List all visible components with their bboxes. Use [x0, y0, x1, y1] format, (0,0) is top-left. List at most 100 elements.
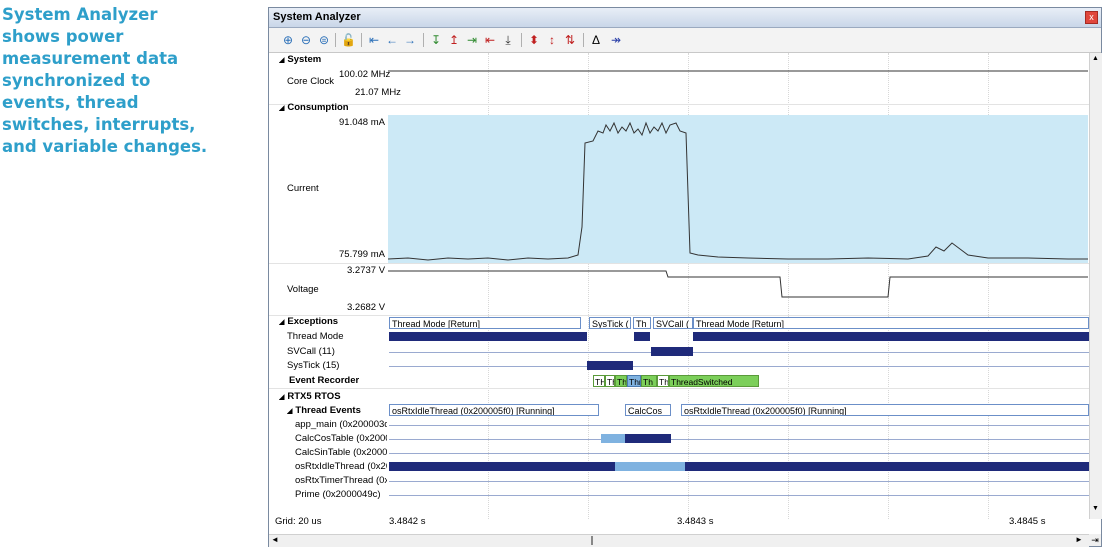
marker-1-icon[interactable]: ↧: [429, 33, 443, 47]
current-plot: [387, 115, 1088, 263]
row-label-event-recorder: Event Recorder: [289, 375, 360, 386]
caption-line: shows power: [2, 27, 124, 46]
calccos-bar-running: [625, 434, 671, 443]
row-label-current: Current: [287, 183, 319, 194]
caption: System Analyzer shows power measurement …: [2, 4, 232, 158]
window-title: System Analyzer: [273, 11, 361, 23]
close-button[interactable]: x: [1085, 11, 1098, 24]
timeline-panel: ◢ System Core Clock 100.02 MHz 21.07 MHz …: [269, 53, 1089, 519]
marker-7-icon[interactable]: ↕: [545, 33, 559, 47]
exception-segment[interactable]: Thread Mode [Return]: [389, 317, 581, 329]
event-marker[interactable]: Th: [641, 375, 657, 387]
exception-segment[interactable]: SysTick (: [589, 317, 631, 329]
row-label-calcsin: CalcSinTable (0x20000: [295, 447, 387, 458]
group-exceptions[interactable]: ◢ Exceptions: [279, 316, 338, 327]
toolbar-separator: [335, 33, 336, 47]
zoom-fit-icon[interactable]: ⊜: [317, 33, 331, 47]
voltage-plot: [388, 265, 1088, 315]
voltage-max: 3.2737 V: [347, 265, 386, 276]
caption-line: and variable changes.: [2, 137, 208, 156]
exception-segment[interactable]: SVCall (: [653, 317, 693, 329]
thread-mode-bar: [389, 332, 587, 341]
divider: [269, 104, 1089, 105]
toolbar-separator: [361, 33, 362, 47]
row-label-svcall: SVCall (11): [287, 346, 335, 357]
thread-segment[interactable]: osRtxIdleThread (0x200005f0) [Running]: [389, 404, 599, 416]
time-tick: 3.4845 s: [1009, 516, 1046, 527]
timer-baseline: [389, 481, 1089, 482]
current-max: 91.048 mA: [339, 117, 385, 128]
caption-line: System Analyzer: [2, 5, 158, 24]
jump-end-icon[interactable]: ↠: [609, 33, 623, 47]
svcall-baseline: [389, 352, 1089, 353]
group-consumption[interactable]: ◢ Consumption: [279, 102, 349, 113]
go-forward-icon[interactable]: →: [403, 33, 417, 47]
caption-line: switches, interrupts,: [2, 115, 196, 134]
marker-5-icon[interactable]: ⤓: [501, 33, 515, 47]
group-label: Consumption: [287, 102, 349, 113]
scroll-end-icon[interactable]: ⇥: [1089, 534, 1101, 546]
idle-bar-running: [389, 462, 615, 471]
scroll-up-icon[interactable]: ▲: [1092, 55, 1099, 62]
thread-segment[interactable]: CalcCos: [625, 404, 671, 416]
delta-icon[interactable]: Δ: [589, 33, 603, 47]
horizontal-scrollbar[interactable]: ◄ ►: [269, 534, 1089, 547]
row-label-prime: Prime (0x2000049c): [295, 489, 381, 500]
event-marker[interactable]: Th: [605, 375, 615, 387]
scroll-left-icon[interactable]: ◄: [271, 535, 279, 544]
group-rtos[interactable]: ◢ RTX5 RTOS: [279, 391, 341, 402]
lock-icon[interactable]: 🔓: [341, 33, 356, 47]
row-label-systick: SysTick (15): [287, 360, 340, 371]
marker-8-icon[interactable]: ⇅: [563, 33, 577, 47]
systick-baseline: [389, 366, 1089, 367]
title-bar[interactable]: System Analyzer x: [269, 8, 1101, 28]
go-back-icon[interactable]: ←: [385, 33, 399, 47]
row-label-timer: osRtxTimerThread (0x2: [295, 475, 387, 486]
zoom-in-icon[interactable]: ⊕: [281, 33, 295, 47]
event-marker[interactable]: Thr: [627, 375, 641, 387]
exception-segment[interactable]: Thread Mode [Return]: [693, 317, 1089, 329]
thread-segment[interactable]: osRtxIdleThread (0x200005f0) [Running]: [681, 404, 1089, 416]
thread-mode-bar: [693, 332, 1089, 341]
row-label-idle: osRtxIdleThread (0x20: [295, 461, 387, 472]
zoom-out-icon[interactable]: ⊖: [299, 33, 313, 47]
group-label: System: [287, 54, 322, 65]
exception-segment[interactable]: Th: [633, 317, 651, 329]
calcsin-baseline: [389, 453, 1089, 454]
systick-bar: [587, 361, 633, 370]
scroll-right-icon[interactable]: ►: [1075, 535, 1083, 544]
toolbar-separator: [423, 33, 424, 47]
toolbar: ⊕ ⊖ ⊜ 🔓 ⇤ ← → ↧ ↥ ⇥ ⇤ ⤓ ⬍ ↕ ⇅ Δ ↠: [269, 28, 1101, 53]
core-clock-trace: [388, 70, 1088, 72]
caption-line: synchronized to: [2, 71, 151, 90]
scroll-thumb[interactable]: [591, 536, 593, 545]
event-marker[interactable]: Th: [657, 375, 669, 387]
event-marker[interactable]: TH: [593, 375, 605, 387]
row-label-voltage: Voltage: [287, 284, 319, 295]
event-marker[interactable]: Th: [615, 375, 627, 387]
row-label-app-main: app_main (0x200003d8: [295, 419, 387, 430]
calccos-baseline: [389, 439, 1089, 440]
scroll-down-icon[interactable]: ▼: [1092, 505, 1099, 512]
group-label: RTX5 RTOS: [287, 391, 341, 402]
vertical-scrollbar[interactable]: ▲ ▼: [1089, 53, 1102, 519]
voltage-min: 3.2682 V: [347, 302, 386, 313]
current-trace: [387, 121, 1088, 261]
marker-3-icon[interactable]: ⇥: [465, 33, 479, 47]
app-main-baseline: [389, 425, 1089, 426]
group-thread-events[interactable]: ◢ Thread Events: [287, 405, 361, 416]
core-clock-max: 100.02 MHz: [339, 69, 391, 80]
group-system[interactable]: ◢ System: [279, 54, 321, 65]
marker-2-icon[interactable]: ↥: [447, 33, 461, 47]
go-start-icon[interactable]: ⇤: [367, 33, 381, 47]
caption-line: events, thread: [2, 93, 139, 112]
event-marker[interactable]: ThreadSwitched: [669, 375, 759, 387]
voltage-trace: [388, 270, 1088, 298]
idle-bar-ready: [615, 462, 685, 471]
marker-4-icon[interactable]: ⇤: [483, 33, 497, 47]
row-label-thread-mode: Thread Mode: [287, 331, 344, 342]
row-label-core-clock: Core Clock: [287, 76, 334, 87]
core-clock-plot: [388, 65, 1088, 105]
marker-6-icon[interactable]: ⬍: [527, 33, 541, 47]
svcall-bar: [651, 347, 693, 356]
